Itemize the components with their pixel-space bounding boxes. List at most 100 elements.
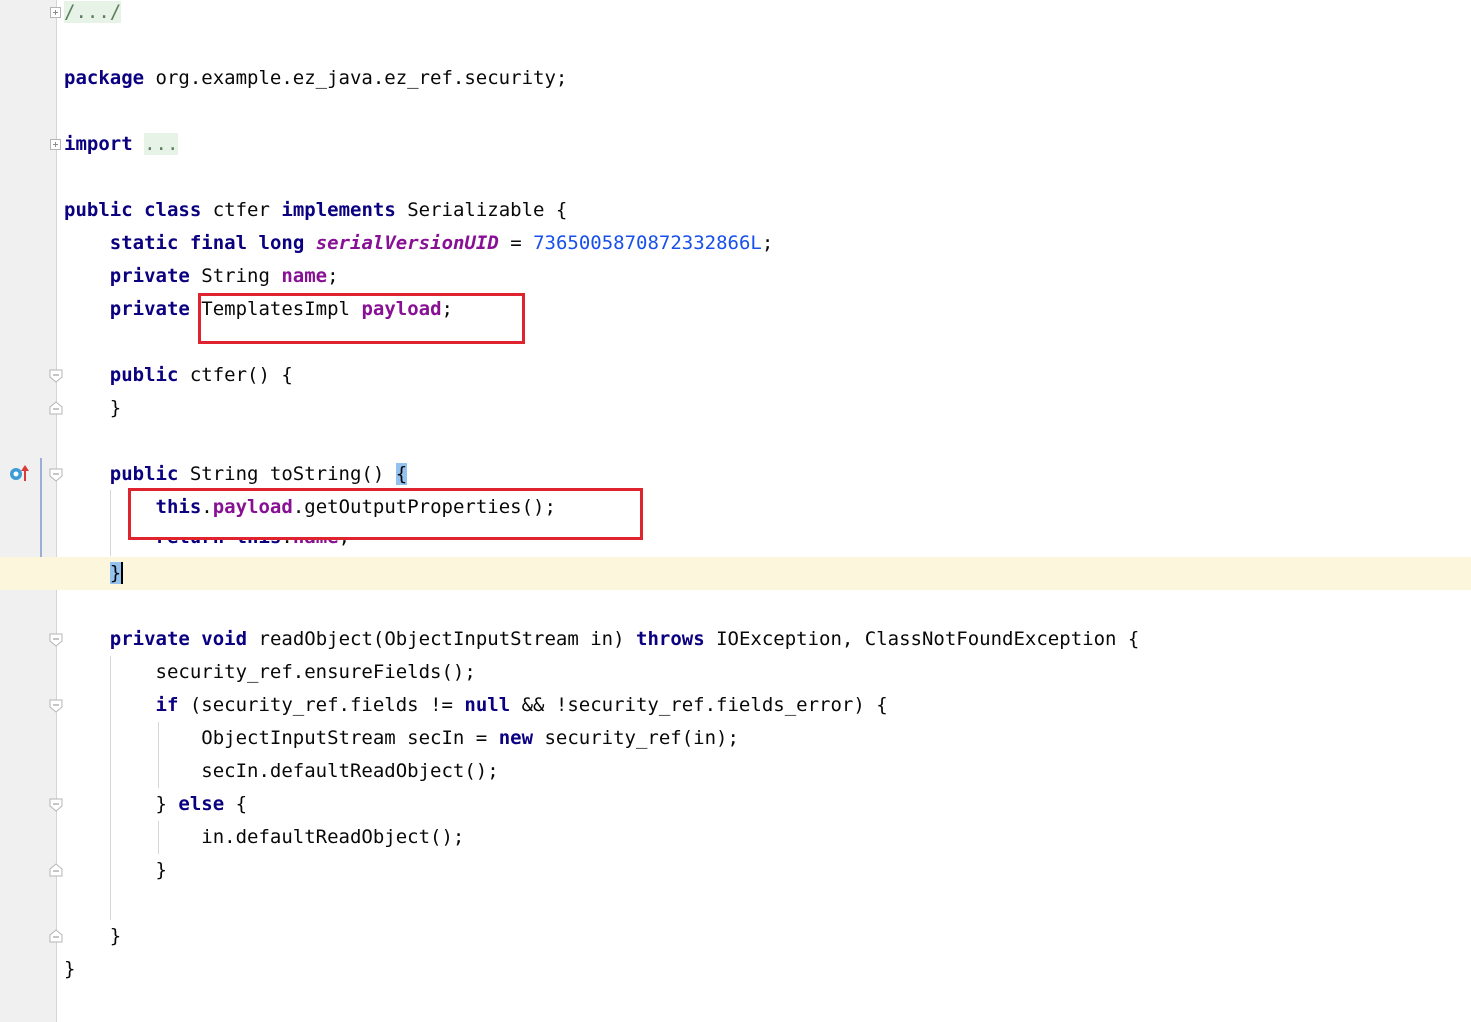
- code-line[interactable]: private TemplatesImpl payload;: [57, 293, 1471, 326]
- code-token: }: [64, 793, 179, 815]
- code-token: ;: [441, 298, 453, 320]
- code-token: this: [236, 540, 282, 548]
- code-token: else: [178, 793, 225, 815]
- code-line[interactable]: [57, 29, 1471, 62]
- code-token: null: [464, 694, 511, 716]
- code-token: implements: [281, 199, 396, 221]
- code-line[interactable]: [57, 161, 1471, 194]
- code-line[interactable]: this.payload.getOutputProperties();: [57, 491, 1471, 524]
- code-line[interactable]: security_ref.ensureFields();: [57, 656, 1471, 689]
- code-token: 7365005870872332866L: [533, 232, 762, 254]
- code-line[interactable]: }: [57, 854, 1471, 887]
- code-line[interactable]: }: [57, 953, 1471, 986]
- code-line[interactable]: }: [0, 557, 1471, 590]
- code-token: .getOutputProperties();: [292, 496, 556, 518]
- code-token: (security_ref.fields !=: [178, 694, 465, 716]
- code-token: serialVersionUID: [315, 232, 499, 254]
- code-token: long: [258, 232, 305, 254]
- code-line[interactable]: [57, 425, 1471, 458]
- code-line[interactable]: public String toString() {: [57, 458, 1471, 491]
- code-token: ...: [144, 133, 179, 155]
- code-line[interactable]: /.../: [57, 0, 1471, 29]
- code-token: }: [64, 397, 122, 419]
- code-token: name: [293, 540, 339, 548]
- code-token: in.defaultReadObject();: [64, 826, 465, 848]
- code-token: private: [109, 298, 190, 320]
- code-token: {: [224, 793, 248, 815]
- code-token: ctfer() {: [178, 364, 293, 386]
- code-token: public: [64, 199, 133, 221]
- code-token: org.example.ez_java.ez_ref.security;: [144, 67, 568, 89]
- code-editor[interactable]: /.../ package org.example.ez_java.ez_ref.…: [0, 0, 1471, 1022]
- code-token: ;: [327, 265, 339, 287]
- code-line[interactable]: public ctfer() {: [57, 359, 1471, 392]
- code-token: final: [189, 232, 248, 254]
- code-line[interactable]: [57, 95, 1471, 128]
- code-token: static: [109, 232, 179, 254]
- code-token: private: [109, 265, 190, 287]
- indent-guide: [158, 722, 159, 788]
- override-icon[interactable]: [8, 463, 30, 483]
- code-token: String toString(): [178, 463, 396, 485]
- code-token: new: [498, 727, 534, 749]
- code-token: public: [109, 364, 179, 386]
- code-line[interactable]: private void readObject(ObjectInputStrea…: [57, 623, 1471, 656]
- code-token: payload: [361, 298, 442, 320]
- code-token: void: [201, 628, 248, 650]
- code-line[interactable]: if (security_ref.fields != null && !secu…: [57, 689, 1471, 722]
- obscured-code-line: return this.name;: [57, 540, 657, 552]
- code-token: .: [281, 540, 292, 548]
- code-token: }: [64, 925, 122, 947]
- code-line[interactable]: [57, 590, 1471, 623]
- code-token: }: [109, 562, 124, 584]
- code-line[interactable]: package org.example.ez_java.ez_ref.secur…: [57, 62, 1471, 95]
- code-token: security_ref(in);: [533, 727, 739, 749]
- code-token: name: [281, 265, 328, 287]
- code-token: {: [395, 463, 408, 485]
- code-line[interactable]: static final long serialVersionUID = 736…: [57, 227, 1471, 260]
- code-token: secIn.defaultReadObject();: [64, 760, 499, 782]
- code-token: }: [64, 859, 167, 881]
- code-token: ObjectInputStream secIn =: [64, 727, 499, 749]
- code-line[interactable]: ObjectInputStream secIn = new security_r…: [57, 722, 1471, 755]
- code-token: security_ref.ensureFields();: [64, 661, 476, 683]
- code-token: if: [155, 694, 179, 716]
- code-token: private: [109, 628, 190, 650]
- code-token: TemplatesImpl: [189, 298, 362, 320]
- code-line[interactable]: [57, 326, 1471, 359]
- code-token: Serializable {: [395, 199, 568, 221]
- code-line[interactable]: [57, 887, 1471, 920]
- code-token: this: [155, 496, 202, 518]
- code-token: class: [144, 199, 202, 221]
- code-token: ctfer: [201, 199, 282, 221]
- code-line[interactable]: } else {: [57, 788, 1471, 821]
- code-token: =: [498, 232, 534, 254]
- code-token: throws: [636, 628, 705, 650]
- code-token: }: [64, 958, 76, 980]
- code-line[interactable]: in.defaultReadObject();: [57, 821, 1471, 854]
- code-token: && !security_ref.fields_error) {: [510, 694, 888, 716]
- code-line[interactable]: private String name;: [57, 260, 1471, 293]
- code-token: String: [189, 265, 282, 287]
- code-token: .: [201, 496, 213, 518]
- code-line[interactable]: import ...: [57, 128, 1471, 161]
- code-line[interactable]: }: [57, 392, 1471, 425]
- indent-guide: [110, 656, 111, 920]
- code-line[interactable]: public class ctfer implements Serializab…: [57, 194, 1471, 227]
- code-token: public: [109, 463, 179, 485]
- code-token: ;: [761, 232, 774, 254]
- code-line[interactable]: secIn.defaultReadObject();: [57, 755, 1471, 788]
- code-token: ;: [339, 540, 350, 548]
- code-line[interactable]: }: [57, 920, 1471, 953]
